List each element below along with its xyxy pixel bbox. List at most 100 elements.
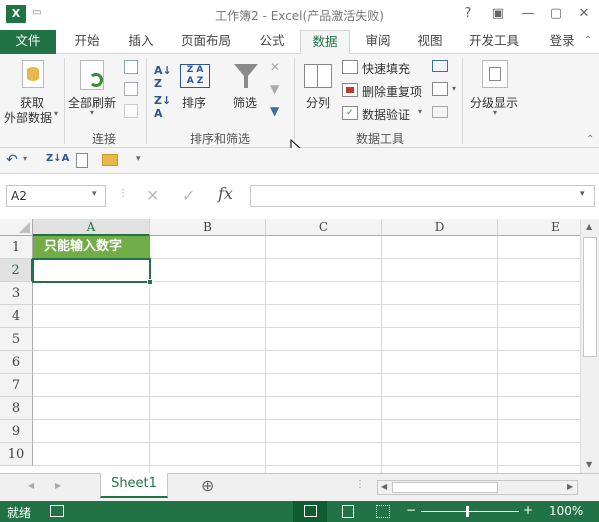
new-sheet-button[interactable]: ⊕ [201,476,214,495]
collapse-ribbon-icon[interactable]: ⌃ [586,134,594,145]
normal-view-button[interactable] [293,501,327,522]
insert-function-button[interactable]: fx [218,184,233,203]
filter-button[interactable]: 筛选 [228,56,266,126]
zoom-level[interactable]: 100% [549,504,583,518]
chevron-down-icon: ▾ [493,108,498,117]
properties-icon[interactable] [124,82,138,96]
tab-developer[interactable]: 开发工具 [462,30,526,54]
refresh-all-button[interactable]: 全部刷新 ▾ [68,56,122,126]
expand-formula-bar-icon[interactable]: ▾ [580,189,585,199]
sort-ascending-icon[interactable]: Z↓A [46,153,69,164]
grid-icon [304,505,317,517]
customize-qat-icon[interactable]: ▾ [136,154,141,164]
page-break-view-icon[interactable] [376,505,390,518]
row-header[interactable]: 4 [0,305,33,328]
sort-button[interactable]: Z AA Z 排序 [178,56,214,126]
tab-file[interactable]: 文件 [0,30,56,54]
tab-formulas[interactable]: 公式 [250,30,294,54]
fill-handle[interactable] [147,279,153,285]
edit-links-icon[interactable] [124,104,138,118]
zoom-slider[interactable] [421,511,519,512]
formula-input[interactable] [250,185,595,207]
scroll-tabs-icon[interactable]: ⌃ [584,35,592,46]
new-file-icon[interactable] [76,153,88,168]
outline-button[interactable]: 分级显示 ▾ [468,56,524,126]
undo-icon[interactable]: ↶ [6,152,18,168]
column-header[interactable]: B [150,219,266,236]
scroll-down-icon[interactable]: ▼ [586,460,592,469]
column-header[interactable]: D [382,219,498,236]
cell-a1[interactable]: 只能输入数字 [33,236,150,259]
tab-review[interactable]: 审阅 [356,30,400,54]
column-header[interactable]: A [33,219,150,236]
row-header[interactable]: 9 [0,420,33,443]
macro-record-icon[interactable] [50,505,64,517]
flash-fill-button[interactable]: 快速填充 [362,60,410,77]
row-header[interactable]: 3 [0,282,33,305]
tab-view[interactable]: 视图 [408,30,452,54]
chevron-down-icon[interactable]: ▾ [92,189,97,199]
advanced-filter-icon[interactable]: ▼ [270,104,279,118]
row-header[interactable]: 6 [0,351,33,374]
zoom-out-button[interactable]: − [406,503,416,517]
tab-insert[interactable]: 插入 [118,30,164,54]
sign-in-link[interactable]: 登录 [540,30,584,54]
zoom-in-button[interactable]: + [523,503,533,517]
open-folder-icon[interactable] [102,154,118,166]
sort-a-z-icon[interactable]: A↓ Z [154,64,172,90]
scroll-up-icon[interactable]: ▲ [586,222,592,231]
tab-page-layout[interactable]: 页面布局 [172,30,240,54]
chevron-down-icon: ▾ [90,108,95,117]
get-external-data-button[interactable]: 获取 外部数据 ▾ [4,56,60,126]
row-header[interactable]: 1 [0,236,33,259]
prev-sheet-icon[interactable]: ◀ [28,481,34,490]
remove-duplicates-button[interactable]: 删除重复项 [362,83,422,100]
row-header[interactable]: 5 [0,328,33,351]
column-header[interactable]: E [498,219,580,236]
column-header[interactable]: C [266,219,382,236]
row-header[interactable]: 8 [0,397,33,420]
maximize-button[interactable]: ▢ [545,4,567,24]
chevron-down-icon[interactable]: ▾ [23,154,27,163]
scrollbar-thumb[interactable] [392,482,498,493]
enter-icon[interactable]: ✓ [182,186,195,205]
data-validation-button[interactable]: 数据验证 [362,106,410,123]
close-button[interactable]: ✕ [573,4,595,24]
scrollbar-thumb[interactable] [583,237,597,357]
horizontal-scrollbar[interactable]: ◀ ▶ [377,480,578,495]
ready-status: 就绪 [7,506,32,520]
row-header[interactable]: 2 [0,259,33,282]
more-icon: ⋮ [118,188,128,199]
relationships-icon[interactable] [432,106,448,118]
tab-home[interactable]: 开始 [62,30,112,54]
text-to-columns-button[interactable]: 分列 [300,56,338,126]
minimize-button[interactable]: — [517,4,539,24]
page-layout-view-icon[interactable] [342,505,354,518]
sort-z-a-icon[interactable]: Z↓ A [154,94,172,120]
tab-data[interactable]: 数据 [300,30,350,55]
active-cell-a2[interactable] [32,258,151,283]
scroll-left-icon[interactable]: ◀ [381,482,387,491]
help-button[interactable]: ? [457,4,479,24]
consolidate-icon[interactable] [432,60,448,72]
scroll-right-icon[interactable]: ▶ [567,482,573,491]
sheet-tab-sheet1[interactable]: Sheet1 [100,473,168,498]
select-all-corner[interactable] [0,219,33,236]
clear-filter-icon[interactable]: ✕ [270,60,280,74]
row-header[interactable]: 7 [0,374,33,397]
what-if-analysis-icon[interactable] [432,82,448,96]
worksheet-grid[interactable]: A B C D E 1 2 3 4 5 6 7 8 9 10 只能输入数字 [0,219,580,473]
connections-icon[interactable] [124,60,138,74]
row-header[interactable]: 10 [0,443,33,466]
next-sheet-icon[interactable]: ▶ [55,481,61,490]
vertical-scrollbar[interactable]: ▲ ▼ [580,219,599,473]
outline-icon [482,60,508,88]
ribbon-display-options-button[interactable]: ▣ [487,4,509,24]
cancel-icon[interactable]: ✕ [146,186,159,205]
status-bar: 就绪 − + 100% [0,501,599,522]
name-box[interactable]: A2 [6,185,106,207]
ribbon-tabs: 文件 开始 插入 页面布局 公式 数据 审阅 视图 开发工具 登录 ⌃ [0,30,599,55]
zoom-slider-thumb[interactable] [466,506,469,517]
reapply-icon[interactable]: ▼ [270,82,279,96]
chevron-down-icon[interactable]: ▾ [418,107,422,116]
